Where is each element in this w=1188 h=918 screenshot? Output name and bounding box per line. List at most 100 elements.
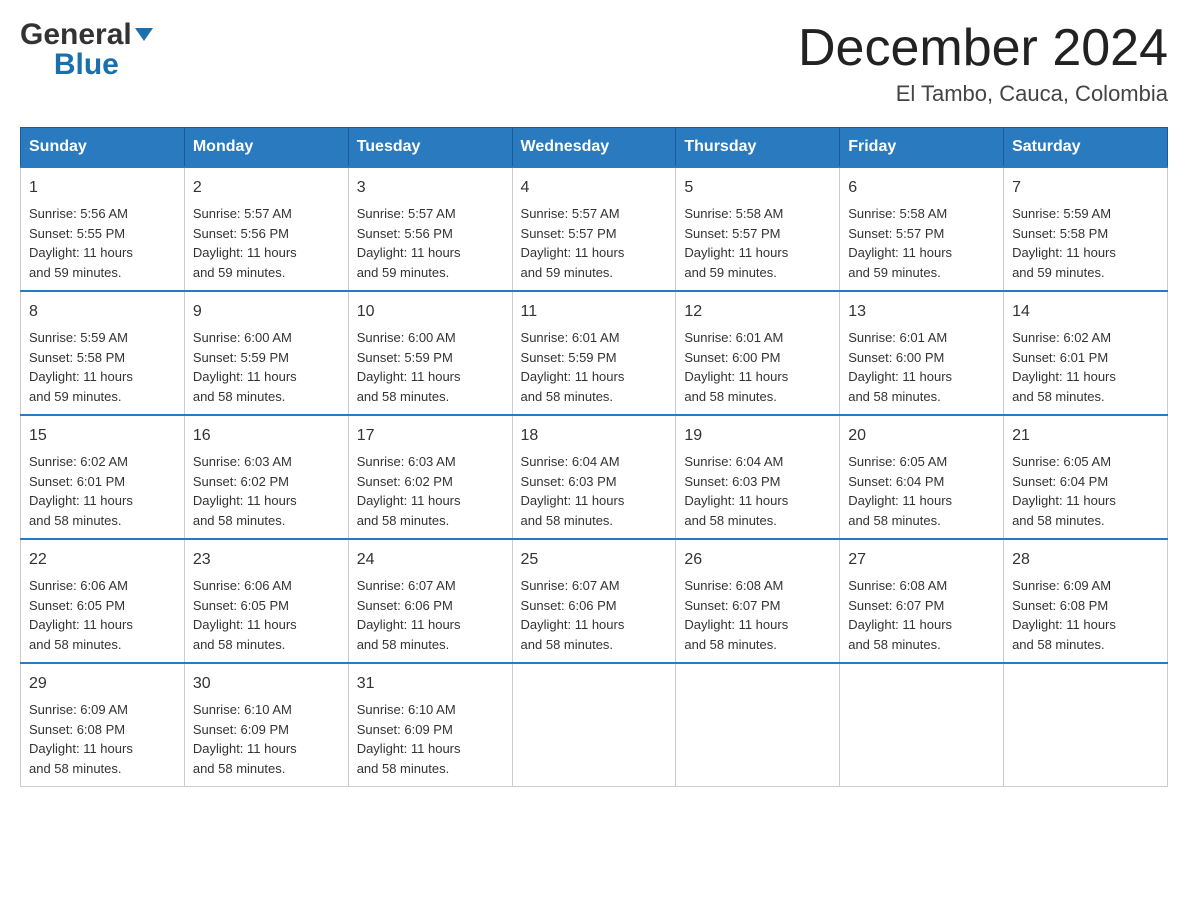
- day-info: Sunrise: 6:08 AMSunset: 6:07 PMDaylight:…: [684, 578, 788, 652]
- logo-general-text: General: [20, 20, 132, 50]
- day-number: 3: [357, 176, 504, 200]
- day-number: 26: [684, 548, 831, 572]
- day-number: 22: [29, 548, 176, 572]
- day-info: Sunrise: 5:58 AMSunset: 5:57 PMDaylight:…: [848, 206, 952, 280]
- day-number: 25: [521, 548, 668, 572]
- day-number: 23: [193, 548, 340, 572]
- day-info: Sunrise: 6:00 AMSunset: 5:59 PMDaylight:…: [357, 330, 461, 404]
- calendar-cell: [676, 663, 840, 787]
- calendar-cell: 21 Sunrise: 6:05 AMSunset: 6:04 PMDaylig…: [1004, 415, 1168, 539]
- calendar-header-friday: Friday: [840, 128, 1004, 168]
- calendar-cell: 27 Sunrise: 6:08 AMSunset: 6:07 PMDaylig…: [840, 539, 1004, 663]
- calendar-cell: 17 Sunrise: 6:03 AMSunset: 6:02 PMDaylig…: [348, 415, 512, 539]
- calendar-cell: 8 Sunrise: 5:59 AMSunset: 5:58 PMDayligh…: [21, 291, 185, 415]
- day-info: Sunrise: 5:57 AMSunset: 5:56 PMDaylight:…: [193, 206, 297, 280]
- calendar-cell: 16 Sunrise: 6:03 AMSunset: 6:02 PMDaylig…: [184, 415, 348, 539]
- day-number: 27: [848, 548, 995, 572]
- day-info: Sunrise: 6:05 AMSunset: 6:04 PMDaylight:…: [1012, 454, 1116, 528]
- calendar-table: SundayMondayTuesdayWednesdayThursdayFrid…: [20, 127, 1168, 787]
- calendar-week-row: 1 Sunrise: 5:56 AMSunset: 5:55 PMDayligh…: [21, 167, 1168, 291]
- day-number: 31: [357, 672, 504, 696]
- day-info: Sunrise: 6:00 AMSunset: 5:59 PMDaylight:…: [193, 330, 297, 404]
- day-number: 2: [193, 176, 340, 200]
- calendar-cell: 18 Sunrise: 6:04 AMSunset: 6:03 PMDaylig…: [512, 415, 676, 539]
- day-number: 1: [29, 176, 176, 200]
- day-number: 28: [1012, 548, 1159, 572]
- day-number: 18: [521, 424, 668, 448]
- day-number: 30: [193, 672, 340, 696]
- day-number: 6: [848, 176, 995, 200]
- page-header: General Blue December 2024 El Tambo, Cau…: [20, 20, 1168, 107]
- calendar-cell: 25 Sunrise: 6:07 AMSunset: 6:06 PMDaylig…: [512, 539, 676, 663]
- day-info: Sunrise: 6:08 AMSunset: 6:07 PMDaylight:…: [848, 578, 952, 652]
- day-number: 16: [193, 424, 340, 448]
- day-number: 21: [1012, 424, 1159, 448]
- day-info: Sunrise: 5:59 AMSunset: 5:58 PMDaylight:…: [29, 330, 133, 404]
- title-area: December 2024 El Tambo, Cauca, Colombia: [798, 20, 1168, 107]
- calendar-cell: 30 Sunrise: 6:10 AMSunset: 6:09 PMDaylig…: [184, 663, 348, 787]
- calendar-week-row: 8 Sunrise: 5:59 AMSunset: 5:58 PMDayligh…: [21, 291, 1168, 415]
- day-info: Sunrise: 6:02 AMSunset: 6:01 PMDaylight:…: [1012, 330, 1116, 404]
- calendar-cell: [1004, 663, 1168, 787]
- calendar-header-sunday: Sunday: [21, 128, 185, 168]
- logo-line1: General: [20, 20, 153, 50]
- day-number: 12: [684, 300, 831, 324]
- calendar-week-row: 15 Sunrise: 6:02 AMSunset: 6:01 PMDaylig…: [21, 415, 1168, 539]
- calendar-cell: 12 Sunrise: 6:01 AMSunset: 6:00 PMDaylig…: [676, 291, 840, 415]
- day-info: Sunrise: 6:09 AMSunset: 6:08 PMDaylight:…: [29, 702, 133, 776]
- day-info: Sunrise: 6:10 AMSunset: 6:09 PMDaylight:…: [357, 702, 461, 776]
- calendar-cell: 14 Sunrise: 6:02 AMSunset: 6:01 PMDaylig…: [1004, 291, 1168, 415]
- calendar-week-row: 29 Sunrise: 6:09 AMSunset: 6:08 PMDaylig…: [21, 663, 1168, 787]
- calendar-cell: 28 Sunrise: 6:09 AMSunset: 6:08 PMDaylig…: [1004, 539, 1168, 663]
- calendar-cell: 1 Sunrise: 5:56 AMSunset: 5:55 PMDayligh…: [21, 167, 185, 291]
- calendar-cell: 20 Sunrise: 6:05 AMSunset: 6:04 PMDaylig…: [840, 415, 1004, 539]
- calendar-cell: 23 Sunrise: 6:06 AMSunset: 6:05 PMDaylig…: [184, 539, 348, 663]
- day-info: Sunrise: 6:03 AMSunset: 6:02 PMDaylight:…: [357, 454, 461, 528]
- day-info: Sunrise: 6:02 AMSunset: 6:01 PMDaylight:…: [29, 454, 133, 528]
- day-info: Sunrise: 6:01 AMSunset: 5:59 PMDaylight:…: [521, 330, 625, 404]
- day-info: Sunrise: 5:57 AMSunset: 5:57 PMDaylight:…: [521, 206, 625, 280]
- logo-blue-text: Blue: [20, 50, 153, 80]
- calendar-cell: 13 Sunrise: 6:01 AMSunset: 6:00 PMDaylig…: [840, 291, 1004, 415]
- day-info: Sunrise: 6:07 AMSunset: 6:06 PMDaylight:…: [521, 578, 625, 652]
- calendar-header-thursday: Thursday: [676, 128, 840, 168]
- day-info: Sunrise: 6:01 AMSunset: 6:00 PMDaylight:…: [848, 330, 952, 404]
- day-info: Sunrise: 6:06 AMSunset: 6:05 PMDaylight:…: [29, 578, 133, 652]
- day-number: 19: [684, 424, 831, 448]
- day-info: Sunrise: 6:04 AMSunset: 6:03 PMDaylight:…: [684, 454, 788, 528]
- calendar-cell: 4 Sunrise: 5:57 AMSunset: 5:57 PMDayligh…: [512, 167, 676, 291]
- day-info: Sunrise: 5:56 AMSunset: 5:55 PMDaylight:…: [29, 206, 133, 280]
- day-number: 20: [848, 424, 995, 448]
- day-number: 5: [684, 176, 831, 200]
- day-number: 13: [848, 300, 995, 324]
- day-number: 8: [29, 300, 176, 324]
- calendar-cell: 6 Sunrise: 5:58 AMSunset: 5:57 PMDayligh…: [840, 167, 1004, 291]
- calendar-cell: 26 Sunrise: 6:08 AMSunset: 6:07 PMDaylig…: [676, 539, 840, 663]
- calendar-cell: [512, 663, 676, 787]
- calendar-header-saturday: Saturday: [1004, 128, 1168, 168]
- day-number: 7: [1012, 176, 1159, 200]
- calendar-cell: 24 Sunrise: 6:07 AMSunset: 6:06 PMDaylig…: [348, 539, 512, 663]
- calendar-cell: 22 Sunrise: 6:06 AMSunset: 6:05 PMDaylig…: [21, 539, 185, 663]
- day-info: Sunrise: 6:03 AMSunset: 6:02 PMDaylight:…: [193, 454, 297, 528]
- calendar-cell: 7 Sunrise: 5:59 AMSunset: 5:58 PMDayligh…: [1004, 167, 1168, 291]
- calendar-header-tuesday: Tuesday: [348, 128, 512, 168]
- location-subtitle: El Tambo, Cauca, Colombia: [798, 81, 1168, 107]
- day-number: 29: [29, 672, 176, 696]
- calendar-cell: 5 Sunrise: 5:58 AMSunset: 5:57 PMDayligh…: [676, 167, 840, 291]
- day-info: Sunrise: 5:57 AMSunset: 5:56 PMDaylight:…: [357, 206, 461, 280]
- calendar-header-wednesday: Wednesday: [512, 128, 676, 168]
- calendar-cell: 9 Sunrise: 6:00 AMSunset: 5:59 PMDayligh…: [184, 291, 348, 415]
- day-number: 24: [357, 548, 504, 572]
- calendar-header-monday: Monday: [184, 128, 348, 168]
- day-info: Sunrise: 6:04 AMSunset: 6:03 PMDaylight:…: [521, 454, 625, 528]
- day-info: Sunrise: 6:09 AMSunset: 6:08 PMDaylight:…: [1012, 578, 1116, 652]
- day-number: 10: [357, 300, 504, 324]
- day-info: Sunrise: 6:01 AMSunset: 6:00 PMDaylight:…: [684, 330, 788, 404]
- day-info: Sunrise: 6:07 AMSunset: 6:06 PMDaylight:…: [357, 578, 461, 652]
- logo-triangle-icon: [135, 28, 153, 41]
- calendar-cell: 10 Sunrise: 6:00 AMSunset: 5:59 PMDaylig…: [348, 291, 512, 415]
- day-number: 9: [193, 300, 340, 324]
- day-number: 17: [357, 424, 504, 448]
- calendar-cell: 15 Sunrise: 6:02 AMSunset: 6:01 PMDaylig…: [21, 415, 185, 539]
